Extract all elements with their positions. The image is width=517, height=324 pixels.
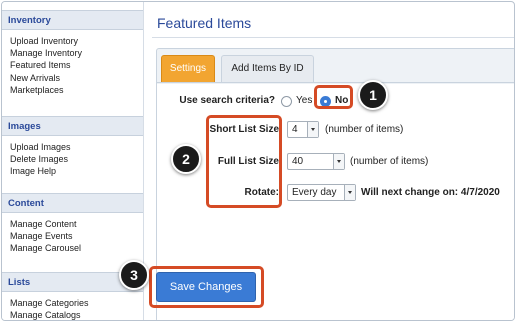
- sidebar-item-manage-carousel[interactable]: Manage Carousel: [10, 242, 81, 254]
- page-title: Featured Items: [157, 15, 252, 31]
- search-criteria-yes-label: Yes: [296, 95, 313, 106]
- callout-highlight-list-settings: [206, 115, 282, 208]
- chevron-down-icon: [344, 185, 355, 200]
- sidebar-section-content: Content: [2, 193, 143, 213]
- sidebar-item-image-help[interactable]: Image Help: [10, 165, 71, 177]
- short-list-size-value: 4: [292, 124, 298, 135]
- sidebar-item-delete-images[interactable]: Delete Images: [10, 153, 71, 165]
- sidebar-section-images: Images: [2, 116, 143, 136]
- full-list-size-hint: (number of items): [350, 156, 429, 167]
- tab-settings[interactable]: Settings: [161, 55, 215, 82]
- callout-badge-3: 3: [119, 260, 149, 290]
- full-list-size-value: 40: [292, 156, 304, 167]
- callout-badge-2: 2: [171, 144, 201, 174]
- short-list-size-hint: (number of items): [325, 124, 404, 135]
- sidebar-item-manage-catalogs[interactable]: Manage Catalogs: [10, 309, 89, 320]
- sidebar-item-manage-categories[interactable]: Manage Categories: [10, 297, 89, 309]
- chevron-down-icon: [333, 154, 344, 169]
- sidebar-item-featured-items[interactable]: Featured Items: [10, 59, 82, 71]
- sidebar-list-inventory: Upload Inventory Manage Inventory Featur…: [10, 35, 82, 96]
- tab-add-items-by-id[interactable]: Add Items By ID: [221, 55, 314, 82]
- sidebar-list-lists: Manage Categories Manage Catalogs: [10, 297, 89, 320]
- callout-badge-1: 1: [358, 80, 388, 110]
- short-list-size-select[interactable]: 4: [287, 121, 319, 138]
- sidebar-item-manage-events[interactable]: Manage Events: [10, 230, 81, 242]
- sidebar-item-manage-inventory[interactable]: Manage Inventory: [10, 47, 82, 59]
- chevron-down-icon: [307, 122, 318, 137]
- search-criteria-label: Use search criteria?: [179, 95, 275, 106]
- app-window: Inventory Upload Inventory Manage Invent…: [1, 1, 515, 321]
- sidebar-item-upload-inventory[interactable]: Upload Inventory: [10, 35, 82, 47]
- callout-highlight-save-button: [149, 266, 264, 308]
- full-list-size-select[interactable]: 40: [287, 153, 345, 170]
- callout-highlight-no-radio: [314, 85, 353, 109]
- sidebar-list-content: Manage Content Manage Events Manage Caro…: [10, 218, 81, 255]
- rotate-value: Every day: [292, 187, 337, 198]
- sidebar-item-new-arrivals[interactable]: New Arrivals: [10, 72, 82, 84]
- sidebar-item-upload-images[interactable]: Upload Images: [10, 141, 71, 153]
- search-criteria-yes-radio[interactable]: [281, 96, 292, 107]
- sidebar-item-marketplaces[interactable]: Marketplaces: [10, 84, 82, 96]
- rotate-select[interactable]: Every day: [287, 184, 356, 201]
- title-divider: [152, 37, 514, 38]
- tab-bar: Settings Add Items By ID: [157, 49, 514, 83]
- sidebar-section-inventory: Inventory: [2, 10, 143, 30]
- sidebar-item-manage-content[interactable]: Manage Content: [10, 218, 81, 230]
- sidebar-list-images: Upload Images Delete Images Image Help: [10, 141, 71, 178]
- rotate-next-change-note: Will next change on: 4/7/2020: [361, 187, 500, 198]
